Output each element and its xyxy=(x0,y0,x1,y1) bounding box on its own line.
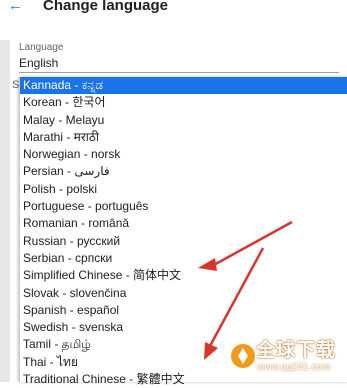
language-option[interactable]: Polish - polski xyxy=(20,181,347,198)
language-option[interactable]: Serbian - српски xyxy=(20,250,347,267)
language-option[interactable]: Persian - فارسی xyxy=(20,163,347,180)
side-panel-edge xyxy=(0,40,10,382)
app-header: ← Change language xyxy=(0,0,347,20)
language-option[interactable]: Malay - Melayu xyxy=(20,112,347,129)
language-option[interactable]: Portuguese - português xyxy=(20,198,347,215)
language-option[interactable]: Traditional Chinese - 繁體中文 xyxy=(20,371,347,388)
language-option[interactable]: Romanian - română xyxy=(20,215,347,232)
page-title: Change language xyxy=(43,0,169,14)
language-dropdown-list[interactable]: Kannada - ಕನ್ನಡ Korean - 한국어 Malay - Melay… xyxy=(19,77,347,386)
language-option[interactable]: Tamil - தமிழ் xyxy=(20,336,347,353)
language-option[interactable]: Simplified Chinese - 简体中文 xyxy=(20,267,347,284)
language-option[interactable]: Spanish - español xyxy=(20,302,347,319)
language-option[interactable]: Russian - русский xyxy=(20,233,347,250)
language-field-label: Language xyxy=(19,42,64,53)
language-option[interactable]: Marathi - मराठी xyxy=(20,129,347,146)
language-field-value[interactable]: English xyxy=(19,56,58,70)
language-option[interactable]: Thai - ไทย xyxy=(20,354,347,371)
language-option[interactable]: Kannada - ಕನ್ನಡ xyxy=(20,77,347,95)
back-arrow-icon[interactable]: ← xyxy=(8,0,23,16)
language-option[interactable]: Norwegian - norsk xyxy=(20,146,347,163)
language-option[interactable]: Korean - 한국어 xyxy=(20,94,347,111)
language-option[interactable]: Slovak - slovenčina xyxy=(20,285,347,302)
field-underline xyxy=(19,72,339,73)
language-option[interactable]: Swedish - svenska xyxy=(20,319,347,336)
